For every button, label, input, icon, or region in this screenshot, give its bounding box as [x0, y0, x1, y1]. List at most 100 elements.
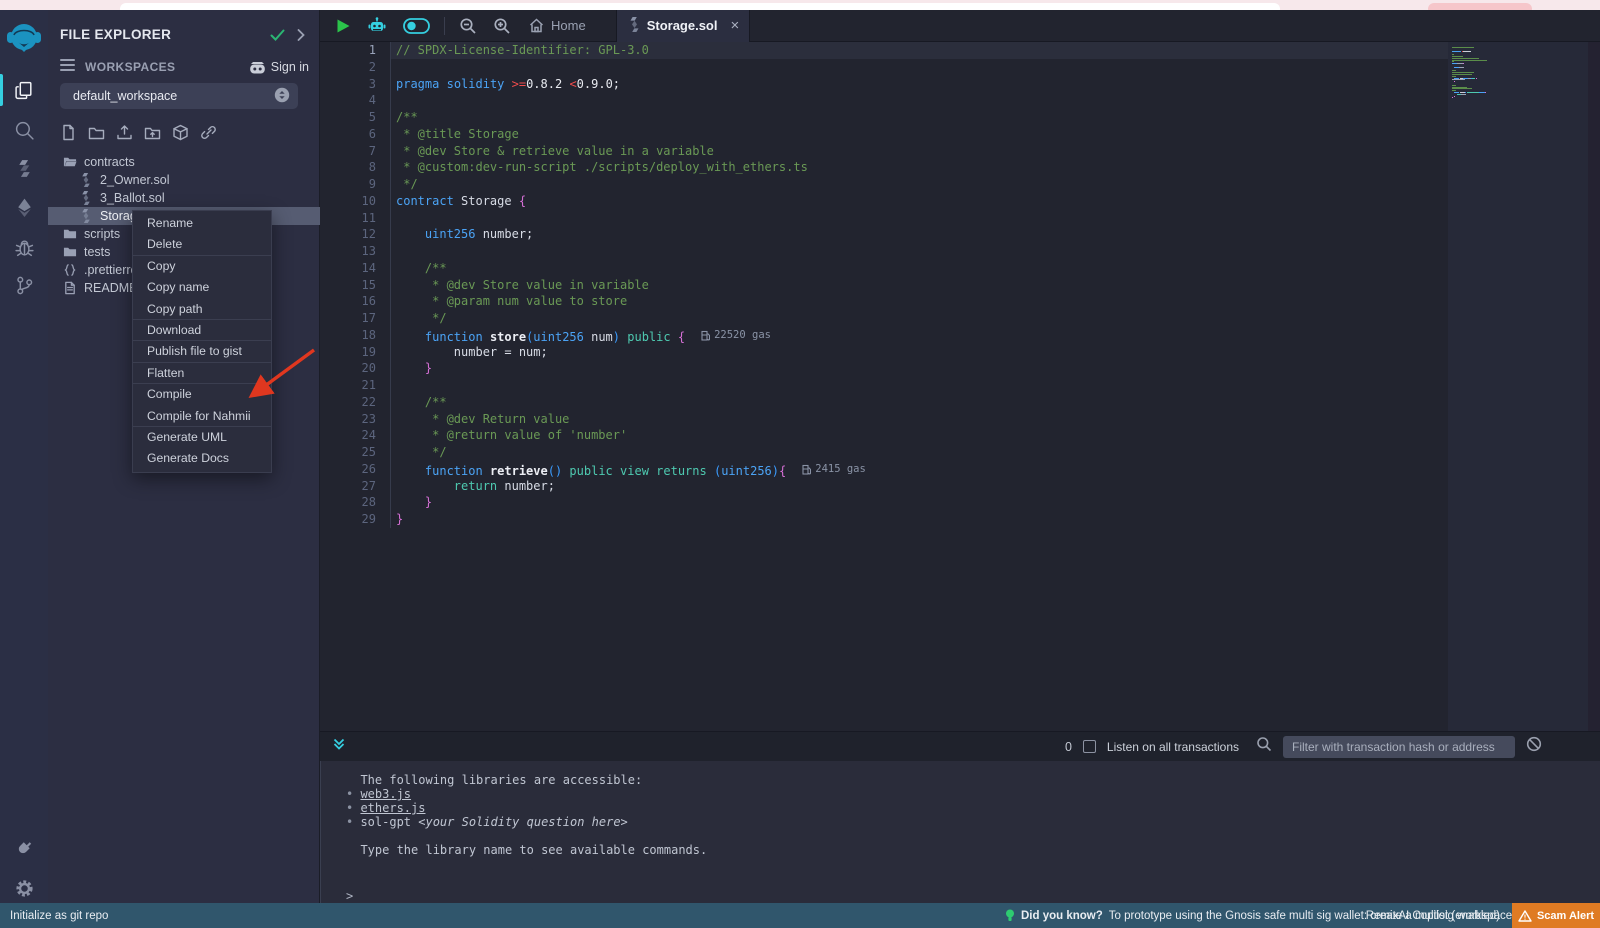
clear-console-icon[interactable] — [1526, 736, 1542, 757]
new-folder-icon[interactable] — [88, 124, 105, 146]
line-number: 16 — [320, 293, 390, 310]
folder-open-icon — [62, 155, 77, 170]
line-number: 3 — [320, 76, 390, 93]
workspaces-label: WORKSPACES — [85, 60, 175, 74]
terminal-search-icon[interactable] — [1256, 736, 1272, 757]
remix-logo-icon[interactable] — [4, 18, 44, 58]
tab-close-icon[interactable]: × — [730, 17, 739, 34]
search-icon[interactable] — [0, 113, 48, 147]
accept-check-icon[interactable] — [270, 28, 285, 46]
panel-chevron-right-icon[interactable] — [297, 28, 305, 46]
tab-home-label: Home — [551, 18, 586, 33]
terminal-blank — [346, 829, 1600, 843]
terminal-output[interactable]: The following libraries are accessible:•… — [320, 761, 1600, 903]
transaction-filter-input[interactable] — [1283, 736, 1515, 758]
listen-transactions-checkbox[interactable] — [1083, 740, 1096, 753]
editor-scrollbar[interactable] — [1588, 42, 1600, 731]
workspaces-menu-icon[interactable] — [60, 58, 75, 76]
tab-storage-sol[interactable]: Storage.sol × — [616, 10, 751, 42]
tree-item-2-owner-sol[interactable]: 2_Owner.sol — [48, 171, 320, 189]
menu-item-generate-docs[interactable]: Generate Docs — [133, 448, 271, 469]
code-line-14: 14 /** — [320, 260, 1448, 277]
line-number: 22 — [320, 394, 390, 411]
terminal-intro: The following libraries are accessible: — [346, 773, 1600, 787]
sign-in-button[interactable]: Sign in — [249, 60, 309, 74]
solidity-compiler-icon[interactable] — [0, 151, 48, 185]
line-number: 14 — [320, 260, 390, 277]
file-action-toolbar — [60, 124, 217, 146]
code-line-15: 15 * @dev Store value in variable — [320, 277, 1448, 294]
line-number: 9 — [320, 176, 390, 193]
workspace-caret-icon — [274, 87, 290, 106]
menu-item-copy-path[interactable]: Copy path — [133, 299, 271, 320]
code-editor[interactable]: 1// SPDX-License-Identifier: GPL-3.023pr… — [320, 42, 1600, 731]
code-line-8: 8 * @custom:dev-run-script ./scripts/dep… — [320, 159, 1448, 176]
braces-icon — [62, 263, 77, 278]
code-line-5: 5/** — [320, 109, 1448, 126]
listen-transactions-label: Listen on all transactions — [1107, 740, 1239, 754]
zoom-in-icon[interactable] — [485, 10, 519, 42]
git-init-button[interactable]: Initialize as git repo — [10, 910, 108, 922]
terminal-prompt[interactable]: > — [346, 889, 353, 903]
code-line-3: 3pragma solidity >=0.8.2 <0.9.0; — [320, 76, 1448, 93]
file-icon — [62, 281, 77, 296]
tree-item-contracts[interactable]: contracts — [48, 153, 320, 171]
library-link[interactable]: web3.js — [360, 787, 411, 801]
menu-item-copy-name[interactable]: Copy name — [133, 277, 271, 298]
terminal-footer: Type the library name to see available c… — [346, 843, 1600, 857]
settings-icon[interactable] — [0, 871, 48, 905]
menu-item-copy[interactable]: Copy — [133, 256, 271, 277]
run-script-button[interactable] — [328, 10, 359, 42]
git-icon[interactable] — [0, 268, 48, 302]
line-number: 17 — [320, 310, 390, 327]
copilot-status[interactable]: RemixAI Copilot (enabled) — [1366, 903, 1500, 928]
code-line-10: 10contract Storage { — [320, 193, 1448, 210]
solidity-icon — [78, 209, 93, 224]
file-explorer-icon[interactable] — [0, 73, 48, 107]
code-line-13: 13 — [320, 243, 1448, 260]
gas-estimate: 22520 gas — [701, 327, 771, 344]
ai-copilot-robot-icon[interactable] — [359, 10, 395, 42]
scam-alert-button[interactable]: Scam Alert — [1512, 903, 1600, 928]
zoom-out-icon[interactable] — [451, 10, 485, 42]
code-line-2: 2 — [320, 59, 1448, 76]
code-line-11: 11 — [320, 210, 1448, 227]
debugger-icon[interactable] — [0, 230, 48, 264]
workspace-select[interactable]: default_workspace — [60, 83, 298, 109]
code-line-20: 20 } — [320, 360, 1448, 377]
plugin-manager-icon[interactable] — [0, 830, 48, 864]
code-line-6: 6 * @title Storage — [320, 126, 1448, 143]
code-line-9: 9 */ — [320, 176, 1448, 193]
library-link[interactable]: ethers.js — [360, 801, 425, 815]
tree-item-label: scripts — [84, 227, 120, 241]
line-number: 13 — [320, 243, 390, 260]
deploy-run-icon[interactable] — [0, 190, 48, 224]
line-number: 7 — [320, 143, 390, 160]
lightbulb-icon — [1005, 909, 1015, 923]
line-number: 25 — [320, 444, 390, 461]
code-line-28: 28 } — [320, 494, 1448, 511]
line-number: 23 — [320, 411, 390, 428]
code-area[interactable]: 1// SPDX-License-Identifier: GPL-3.023pr… — [320, 42, 1448, 731]
code-line-16: 16 * @param num value to store — [320, 293, 1448, 310]
menu-item-rename[interactable]: Rename — [133, 213, 271, 234]
tab-home[interactable]: Home — [519, 10, 600, 42]
line-number: 15 — [320, 277, 390, 294]
line-number: 29 — [320, 511, 390, 528]
scam-alert-label: Scam Alert — [1537, 910, 1594, 922]
new-file-icon[interactable] — [60, 124, 77, 146]
code-line-1: 1// SPDX-License-Identifier: GPL-3.0 — [320, 42, 1448, 59]
minimap[interactable] — [1448, 42, 1588, 731]
box-icon[interactable] — [172, 124, 189, 146]
workspace-selected-value: default_workspace — [73, 89, 177, 103]
tree-item-3-ballot-sol[interactable]: 3_Ballot.sol — [48, 189, 320, 207]
code-line-24: 24 * @return value of 'number' — [320, 427, 1448, 444]
copilot-toggle[interactable] — [395, 10, 438, 42]
menu-item-generate-uml[interactable]: Generate UML — [133, 427, 271, 448]
upload-folder-icon[interactable] — [144, 124, 161, 146]
link-icon[interactable] — [200, 124, 217, 146]
terminal-collapse-icon[interactable] — [332, 737, 346, 756]
menu-item-delete[interactable]: Delete — [133, 234, 271, 255]
upload-file-icon[interactable] — [116, 124, 133, 146]
code-line-7: 7 * @dev Store & retrieve value in a var… — [320, 143, 1448, 160]
